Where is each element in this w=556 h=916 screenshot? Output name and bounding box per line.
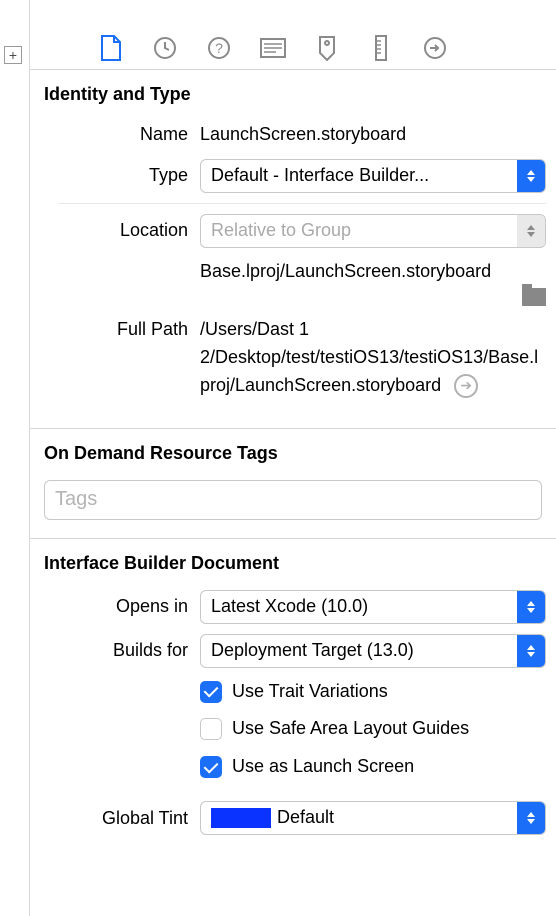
use-launch-label: Use as Launch Screen [232, 753, 414, 781]
history-icon[interactable] [152, 35, 178, 61]
name-label: Name [44, 121, 200, 148]
identity-title: Identity and Type [44, 84, 546, 105]
location-label: Location [44, 217, 200, 244]
tag-icon[interactable] [314, 35, 340, 61]
identity-icon[interactable] [260, 35, 286, 61]
connections-icon[interactable] [422, 35, 448, 61]
ib-title: Interface Builder Document [44, 553, 546, 574]
opens-in-select[interactable]: Latest Xcode (10.0) [200, 590, 546, 624]
builds-for-label: Builds for [44, 637, 200, 664]
file-icon[interactable] [98, 35, 124, 61]
type-label: Type [44, 162, 200, 189]
full-path-label: Full Path [44, 316, 200, 343]
use-safe-area-checkbox[interactable] [200, 718, 222, 740]
identity-section: Identity and Type Name LaunchScreen.stor… [30, 70, 556, 429]
full-path-value: /Users/Dast 1 2/Desktop/test/testiOS13/t… [200, 319, 538, 395]
type-select[interactable]: Default - Interface Builder... [200, 159, 546, 193]
add-button[interactable]: + [4, 46, 22, 64]
global-tint-swatch [211, 808, 271, 828]
ruler-icon[interactable] [368, 35, 394, 61]
relative-path: Base.lproj/LaunchScreen.storyboard [200, 258, 510, 286]
builds-for-select[interactable]: Deployment Target (13.0) [200, 634, 546, 668]
name-value: LaunchScreen.storyboard [200, 121, 546, 149]
use-trait-checkbox[interactable] [200, 681, 222, 703]
inspector-toolbar: ? [30, 0, 556, 70]
opens-in-value: Latest Xcode (10.0) [201, 593, 517, 621]
location-select-value: Relative to Group [201, 217, 517, 245]
opens-in-label: Opens in [44, 593, 200, 620]
odr-section: On Demand Resource Tags [30, 429, 556, 539]
stepper-icon [517, 635, 545, 667]
use-trait-label: Use Trait Variations [232, 678, 388, 706]
global-tint-value: Default [277, 804, 517, 832]
stepper-icon [517, 160, 545, 192]
use-safe-area-label: Use Safe Area Layout Guides [232, 715, 469, 743]
stepper-icon [517, 215, 545, 247]
global-tint-select[interactable]: Default [200, 801, 546, 835]
stepper-icon [517, 802, 545, 834]
type-select-value: Default - Interface Builder... [201, 162, 517, 190]
stepper-icon [517, 591, 545, 623]
odr-title: On Demand Resource Tags [44, 443, 546, 464]
svg-text:?: ? [215, 40, 223, 56]
use-launch-checkbox[interactable] [200, 756, 222, 778]
left-gutter: + [0, 0, 30, 916]
builds-for-value: Deployment Target (13.0) [201, 637, 517, 665]
location-select[interactable]: Relative to Group [200, 214, 546, 248]
global-tint-label: Global Tint [44, 805, 200, 832]
tags-input[interactable] [44, 480, 542, 520]
reveal-in-finder-button[interactable]: ➔ [454, 374, 478, 398]
help-icon[interactable]: ? [206, 35, 232, 61]
ib-section: Interface Builder Document Opens in Late… [30, 539, 556, 864]
choose-folder-button[interactable] [522, 288, 546, 306]
